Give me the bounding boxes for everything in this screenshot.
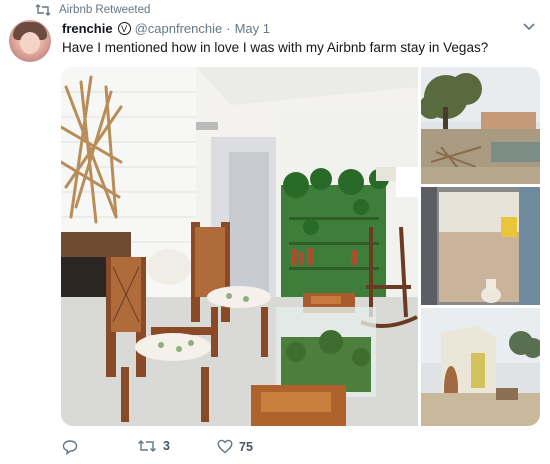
heart-icon — [217, 439, 233, 454]
separator-dot: · — [226, 21, 231, 36]
reply-icon — [62, 440, 78, 455]
verified-icon: V — [117, 22, 131, 35]
chevron-down-icon[interactable] — [522, 22, 536, 32]
retweet-banner: Airbnb Retweeted — [35, 3, 150, 17]
tweet-header: frenchie V @capnfrenchie · May 1 — [62, 21, 270, 36]
doorway-view-photo[interactable] — [421, 187, 540, 305]
living-room-photo[interactable] — [61, 67, 418, 426]
like-button[interactable]: 75 — [217, 439, 253, 454]
tweet-text: Have I mentioned how in love I was with … — [62, 40, 489, 55]
author-handle[interactable]: @capnfrenchie — [135, 21, 223, 36]
avatar[interactable] — [9, 20, 51, 62]
retweet-count: 3 — [163, 439, 170, 453]
retweet-icon — [138, 440, 156, 452]
reply-button[interactable] — [62, 439, 84, 455]
retweet-button[interactable]: 3 — [137, 439, 170, 453]
desert-garden-photo[interactable] — [421, 67, 540, 184]
retweet-icon — [35, 4, 51, 16]
like-count: 75 — [239, 439, 253, 454]
author-name[interactable]: frenchie — [62, 21, 113, 36]
tweet-date[interactable]: May 1 — [235, 21, 270, 36]
retweet-banner-text: Airbnb Retweeted — [59, 4, 151, 16]
tiny-house-photo[interactable] — [421, 308, 540, 426]
media-grid — [61, 67, 540, 426]
